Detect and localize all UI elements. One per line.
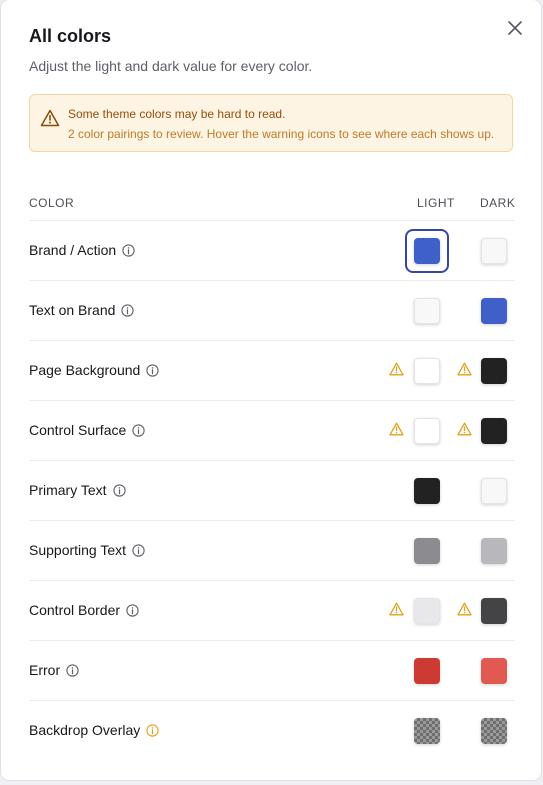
- backdrop-overlay-light-swatch[interactable]: [414, 718, 440, 744]
- color-name: Backdrop Overlay: [29, 722, 141, 738]
- info-icon[interactable]: [126, 604, 139, 617]
- color-label: Supporting Text: [29, 542, 145, 558]
- warning-icon[interactable]: [457, 602, 472, 616]
- info-icon[interactable]: [132, 424, 145, 437]
- color-table: Brand / Action Text on Brand Page Backgrou…: [29, 220, 515, 760]
- primary-text-light-swatch[interactable]: [414, 478, 440, 504]
- color-row-text-on-brand: Text on Brand: [29, 280, 515, 340]
- warning-title: Some theme colors may be hard to read.: [68, 107, 286, 121]
- info-icon[interactable]: [146, 364, 159, 377]
- primary-text-dark-swatch[interactable]: [481, 478, 507, 504]
- column-header-color: COLOR: [29, 196, 75, 210]
- color-label: Control Surface: [29, 422, 145, 438]
- warning-icon[interactable]: [457, 362, 472, 376]
- info-icon[interactable]: [66, 664, 79, 677]
- color-label: Page Background: [29, 362, 159, 378]
- warning-text: 2 color pairings to review. Hover the wa…: [68, 127, 495, 141]
- column-header-light: LIGHT: [417, 196, 455, 210]
- color-label: Primary Text: [29, 482, 126, 498]
- color-name: Primary Text: [29, 482, 107, 498]
- brand-action-dark-swatch[interactable]: [481, 238, 507, 264]
- control-surface-dark-swatch[interactable]: [481, 418, 507, 444]
- info-icon[interactable]: [112, 484, 126, 497]
- info-icon[interactable]: [146, 724, 159, 737]
- color-name: Control Border: [29, 602, 121, 618]
- warning-icon[interactable]: [389, 422, 404, 436]
- supporting-text-dark-swatch[interactable]: [481, 538, 507, 564]
- color-row-primary-text: Primary Text: [29, 460, 515, 520]
- text-on-brand-light-swatch[interactable]: [414, 298, 440, 324]
- all-colors-dialog: All colors Adjust the light and dark val…: [1, 0, 541, 780]
- control-border-dark-swatch[interactable]: [481, 598, 507, 624]
- color-row-control-border: Control Border: [29, 580, 515, 640]
- color-label: Brand / Action: [29, 242, 135, 258]
- color-label: Error: [29, 662, 79, 678]
- color-row-brand-action: Brand / Action: [29, 220, 515, 280]
- info-icon[interactable]: [132, 544, 145, 557]
- color-row-supporting-text: Supporting Text: [29, 520, 515, 580]
- color-label: Backdrop Overlay: [29, 722, 159, 738]
- supporting-text-light-swatch[interactable]: [414, 538, 440, 564]
- brand-action-light-swatch[interactable]: [414, 238, 440, 264]
- warning-triangle-icon: [40, 109, 60, 127]
- color-row-control-surface: Control Surface: [29, 400, 515, 460]
- close-icon[interactable]: [504, 17, 526, 39]
- text-on-brand-dark-swatch[interactable]: [481, 298, 507, 324]
- control-border-light-swatch[interactable]: [414, 598, 440, 624]
- color-name: Supporting Text: [29, 542, 127, 558]
- color-row-error: Error: [29, 640, 515, 700]
- page-background-light-swatch[interactable]: [414, 358, 440, 384]
- dialog-title: All colors: [29, 26, 112, 46]
- color-row-page-background: Page Background: [29, 340, 515, 400]
- column-header-dark: DARK: [480, 196, 516, 210]
- info-icon[interactable]: [121, 304, 135, 317]
- page-background-dark-swatch[interactable]: [481, 358, 507, 384]
- dialog-subtitle: Adjust the light and dark value for ever…: [29, 58, 313, 74]
- color-label: Text on Brand: [29, 302, 135, 318]
- color-name: Error: [29, 662, 61, 678]
- color-row-backdrop-overlay: Backdrop Overlay: [29, 700, 515, 760]
- error-light-swatch[interactable]: [414, 658, 440, 684]
- info-icon[interactable]: [122, 244, 135, 257]
- warning-icon[interactable]: [389, 362, 404, 376]
- color-name: Control Surface: [29, 422, 127, 438]
- backdrop-overlay-dark-swatch[interactable]: [481, 718, 507, 744]
- color-label: Control Border: [29, 602, 139, 618]
- color-name: Brand / Action: [29, 242, 117, 258]
- warning-icon[interactable]: [389, 602, 404, 616]
- control-surface-light-swatch[interactable]: [414, 418, 440, 444]
- color-name: Page Background: [29, 362, 141, 378]
- contrast-warning-banner: Some theme colors may be hard to read. 2…: [29, 94, 513, 152]
- warning-icon[interactable]: [457, 422, 472, 436]
- error-dark-swatch[interactable]: [481, 658, 507, 684]
- color-name: Text on Brand: [29, 302, 116, 318]
